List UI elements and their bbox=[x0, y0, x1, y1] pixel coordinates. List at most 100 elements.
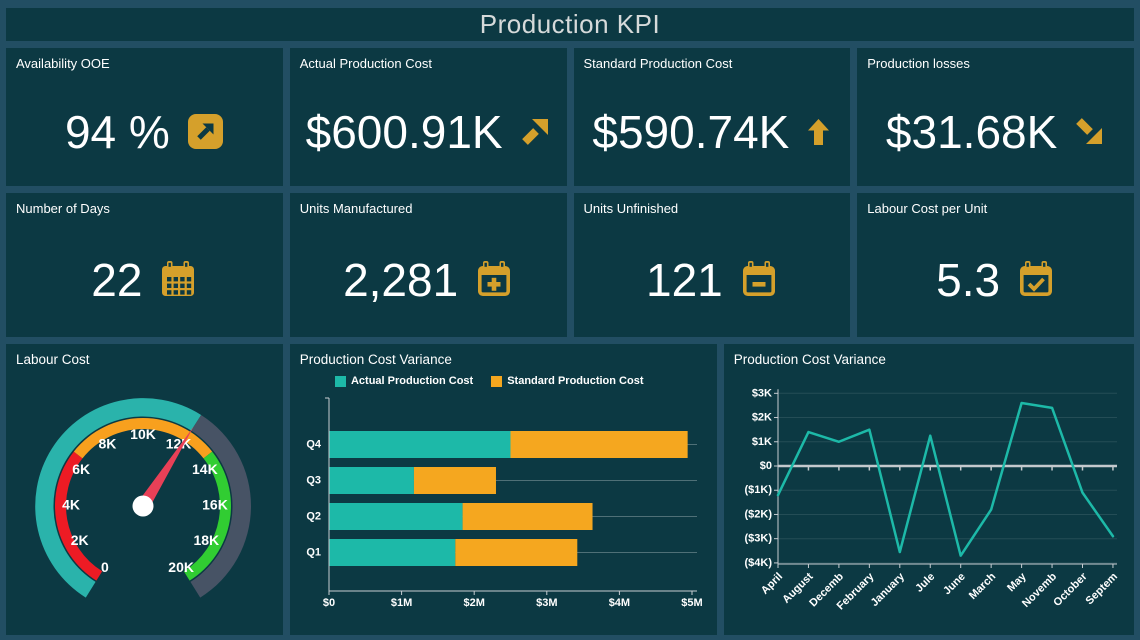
gauge-tick-label: 6K bbox=[72, 461, 90, 477]
kpi-value: 22 bbox=[91, 253, 142, 307]
kpi-label: Actual Production Cost bbox=[290, 48, 567, 71]
kpi-label: Production losses bbox=[857, 48, 1134, 71]
line-y-axis-label: $3K bbox=[752, 387, 772, 399]
chart-title: Production Cost Variance bbox=[290, 344, 717, 370]
line-x-axis-label: October bbox=[1051, 570, 1090, 609]
bar-legend: Actual Production Cost Standard Productio… bbox=[290, 372, 703, 390]
legend-label: Standard Production Cost bbox=[507, 375, 643, 387]
bar-category-label: Q2 bbox=[306, 511, 321, 523]
kpi-label: Units Manufactured bbox=[290, 193, 567, 216]
kpi-card-units-manufactured: Units Manufactured 2,281 bbox=[290, 193, 567, 337]
gauge-tick-label: 10K bbox=[130, 426, 156, 442]
gauge-tick-label: 8K bbox=[98, 435, 116, 451]
labour-cost-gauge[interactable]: 02K4K6K8K10K12K14K16K18K20K bbox=[6, 370, 282, 635]
calendar-icon bbox=[159, 260, 197, 300]
bar-segment-standard-q4[interactable] bbox=[510, 431, 687, 458]
kpi-card-labour-cost-per-unit: Labour Cost per Unit 5.3 bbox=[857, 193, 1134, 337]
arrow-up-icon bbox=[806, 117, 831, 147]
line-y-axis-label: ($1K) bbox=[744, 484, 772, 496]
kpi-label: Number of Days bbox=[6, 193, 283, 216]
line-y-axis-label: ($3K) bbox=[744, 533, 772, 545]
kpi-value: $590.74K bbox=[592, 105, 789, 159]
kpi-label: Standard Production Cost bbox=[574, 48, 851, 71]
gauge-tick-label: 0 bbox=[101, 559, 109, 575]
bar-segment-standard-q1[interactable] bbox=[455, 539, 577, 566]
bar-x-axis-label: $0 bbox=[323, 597, 335, 609]
calendar-check-icon bbox=[1017, 260, 1055, 300]
bar-x-axis-label: $5M bbox=[681, 597, 702, 609]
kpi-value: $600.91K bbox=[306, 105, 503, 159]
trend-up-box-icon bbox=[187, 113, 224, 150]
line-x-axis-label: April bbox=[759, 571, 785, 597]
gauge-tick-label: 16K bbox=[202, 496, 228, 512]
kpi-row-1: Availability OOE 94 % Actual Production … bbox=[6, 48, 1134, 186]
production-cost-variance-line-chart[interactable]: $3K$2K$1K$0($1K)($2K)($3K)($4K)AprilAugu… bbox=[724, 370, 1134, 635]
line-y-axis-label: $2K bbox=[752, 412, 772, 424]
line-x-axis-label: June bbox=[941, 571, 968, 598]
line-y-axis-label: $0 bbox=[760, 460, 772, 472]
kpi-value: 121 bbox=[646, 253, 723, 307]
gauge-tick-label: 2K bbox=[71, 532, 89, 548]
bar-x-axis-label: $3M bbox=[536, 597, 557, 609]
kpi-value: $31.68K bbox=[886, 105, 1057, 159]
bar-category-label: Q1 bbox=[306, 547, 321, 559]
kpi-card-standard-production-cost: Standard Production Cost $590.74K bbox=[574, 48, 851, 186]
calendar-minus-icon bbox=[740, 260, 778, 300]
bar-x-axis-label: $1M bbox=[391, 597, 412, 609]
arrow-down-right-icon bbox=[1074, 116, 1105, 147]
kpi-value: 94 % bbox=[65, 105, 170, 159]
gauge-tick-label: 20K bbox=[168, 559, 194, 575]
chart-title: Labour Cost bbox=[6, 344, 283, 370]
kpi-card-number-of-days: Number of Days 22 bbox=[6, 193, 283, 337]
line-x-axis-label: January bbox=[868, 570, 907, 609]
calendar-plus-icon bbox=[475, 260, 513, 300]
chart-title: Production Cost Variance bbox=[724, 344, 1134, 370]
gauge-tick-label: 4K bbox=[62, 496, 80, 512]
kpi-label: Units Unfinished bbox=[574, 193, 851, 216]
bar-segment-actual-q4[interactable] bbox=[329, 431, 511, 458]
legend-swatch bbox=[491, 376, 502, 387]
kpi-card-production-losses: Production losses $31.68K bbox=[857, 48, 1134, 186]
line-x-axis-label: Septem bbox=[1083, 570, 1120, 607]
dashboard-title-bar: Production KPI bbox=[6, 8, 1134, 41]
kpi-card-actual-production-cost: Actual Production Cost $600.91K bbox=[290, 48, 567, 186]
bar-segment-actual-q2[interactable] bbox=[329, 503, 463, 530]
bar-x-axis-label: $4M bbox=[608, 597, 629, 609]
kpi-label: Availability OOE bbox=[6, 48, 283, 71]
gauge-hub bbox=[133, 496, 154, 517]
stacked-bar-card: Production Cost Variance Actual Producti… bbox=[290, 344, 717, 635]
gauge-card: Labour Cost 02K4K6K8K10K12K14K16K18K20K bbox=[6, 344, 283, 635]
line-x-axis-label: May bbox=[1005, 570, 1029, 594]
line-y-axis-label: ($2K) bbox=[744, 508, 772, 520]
gauge-tick-label: 14K bbox=[192, 461, 218, 477]
charts-row: Labour Cost 02K4K6K8K10K12K14K16K18K20K … bbox=[6, 344, 1134, 635]
bar-x-axis-label: $2M bbox=[463, 597, 484, 609]
legend-swatch bbox=[335, 376, 346, 387]
kpi-value: 2,281 bbox=[343, 253, 458, 307]
bar-category-label: Q4 bbox=[306, 439, 322, 451]
legend-label: Actual Production Cost bbox=[351, 375, 473, 387]
legend-item[interactable]: Actual Production Cost bbox=[335, 375, 473, 387]
bar-segment-actual-q3[interactable] bbox=[329, 467, 414, 494]
bar-segment-standard-q2[interactable] bbox=[462, 503, 592, 530]
bar-segment-actual-q1[interactable] bbox=[329, 539, 455, 566]
production-cost-variance-bar-chart[interactable]: Q4 Q3 Q2 Q1 $0 $1M $2M $3M $4M $5M bbox=[290, 390, 717, 633]
line-x-axis-label: March bbox=[967, 570, 999, 602]
dashboard: Production KPI Availability OOE 94 % Act… bbox=[0, 0, 1140, 640]
line-x-axis-label: Jule bbox=[913, 571, 937, 595]
gauge-tick-label: 18K bbox=[193, 532, 219, 548]
line-y-axis-label: ($4K) bbox=[744, 557, 772, 569]
bar-category-label: Q3 bbox=[306, 475, 321, 487]
line-y-axis-label: $1K bbox=[752, 436, 772, 448]
page-title: Production KPI bbox=[480, 9, 660, 40]
kpi-label: Labour Cost per Unit bbox=[857, 193, 1134, 216]
bar-segment-standard-q3[interactable] bbox=[414, 467, 496, 494]
kpi-card-availability-ooe: Availability OOE 94 % bbox=[6, 48, 283, 186]
kpi-value: 5.3 bbox=[936, 253, 1000, 307]
line-series[interactable] bbox=[778, 403, 1113, 556]
kpi-row-2: Number of Days 22 Units Manu bbox=[6, 193, 1134, 337]
legend-item[interactable]: Standard Production Cost bbox=[491, 375, 643, 387]
arrow-up-right-icon bbox=[520, 116, 551, 147]
kpi-card-units-unfinished: Units Unfinished 121 bbox=[574, 193, 851, 337]
line-chart-card: Production Cost Variance $3K $2K $1K $0 ($1K… bbox=[724, 344, 1134, 635]
